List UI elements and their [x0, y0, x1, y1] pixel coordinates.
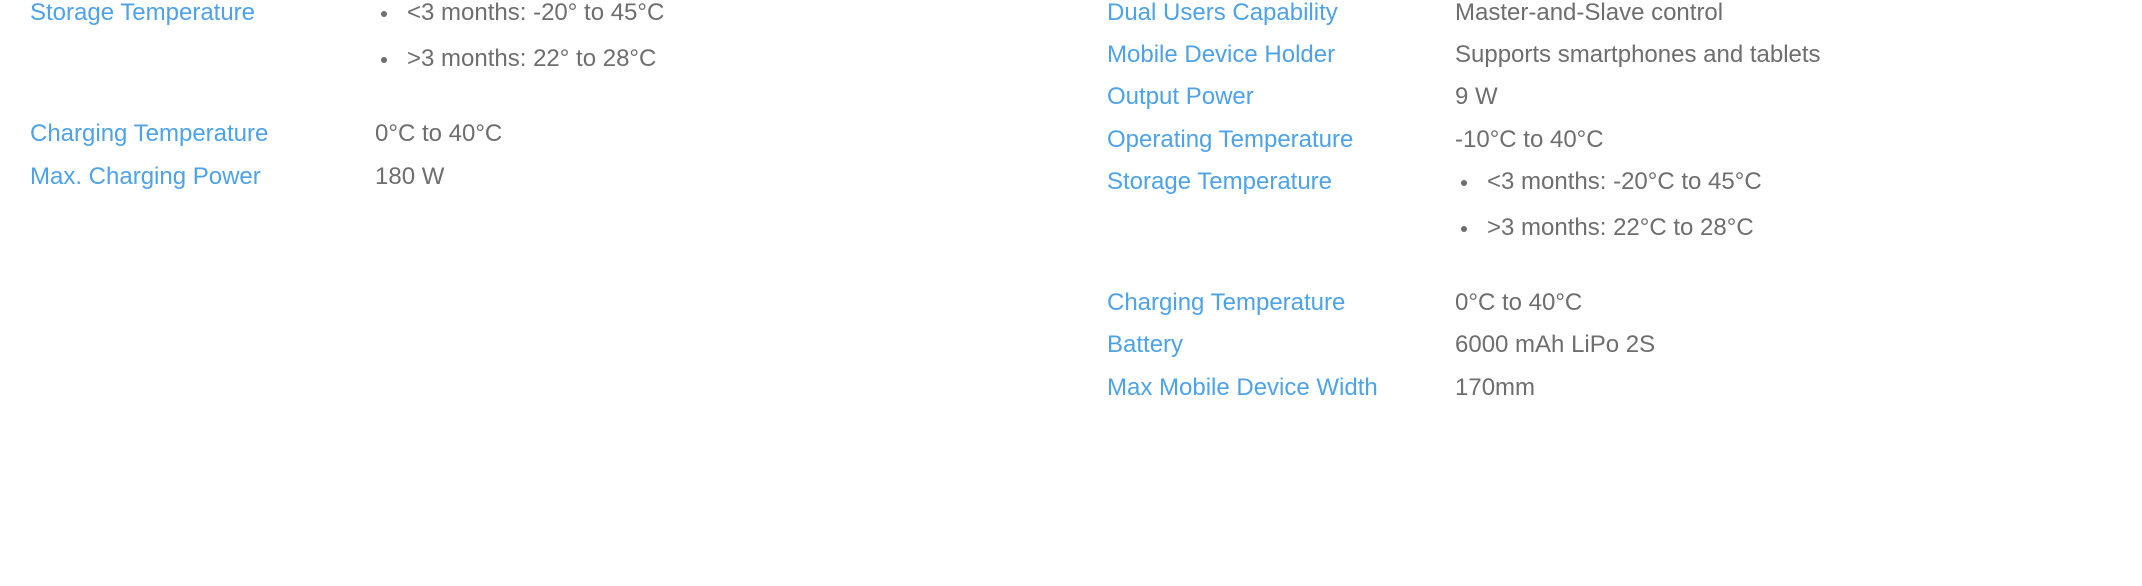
spec-value-cell: <3 months: -20° to 45°C >3 months: 22° t…: [375, 0, 1071, 71]
spec-label-cell: Storage Temperature: [1071, 169, 1455, 240]
spacer-cell: [1071, 110, 1455, 127]
spacer-cell: [1455, 358, 2142, 375]
spec-row-max-mobile-device-width: Max Mobile Device Width 170mm: [1071, 373, 2142, 401]
spacer-cell: [0, 147, 375, 164]
spec-column-left: Storage Temperature <3 months: -20° to 4…: [0, 0, 1071, 189]
spec-label: Charging Temperature: [30, 120, 269, 148]
spec-row-storage-temperature: Storage Temperature <3 months: -20° to 4…: [0, 0, 1071, 71]
list-item: >3 months: 22° to 28°C: [381, 45, 1071, 73]
spec-label: Charging Temperature: [1107, 289, 1346, 317]
spec-value-cell: -10°C to 40°C: [1455, 125, 2142, 153]
spec-value: 180 W: [375, 162, 445, 190]
row-spacer: [1071, 152, 2142, 169]
list-item: <3 months: -20°C to 45°C: [1461, 167, 2142, 195]
spec-row-storage-temperature: Storage Temperature <3 months: -20°C to …: [1071, 169, 2142, 240]
spec-column-right: Dual Users Capability Master-and-Slave c…: [1071, 0, 2142, 400]
spec-row-max-charging-power: Max. Charging Power 180 W: [0, 162, 1071, 190]
spacer-cell: [1455, 25, 2142, 42]
spec-row-charging-temperature: Charging Temperature 0°C to 40°C: [0, 121, 1071, 146]
list-item-text: >3 months: 22° to 28°C: [407, 45, 657, 73]
spec-row-charging-temperature: Charging Temperature 0°C to 40°C: [1071, 290, 2142, 315]
spec-label-cell: Max. Charging Power: [0, 162, 375, 190]
row-spacer: [1071, 25, 2142, 42]
bullet-icon: [1461, 225, 1467, 232]
spacer-cell: [1455, 110, 2142, 127]
spec-label-cell: Mobile Device Holder: [1071, 42, 1455, 67]
row-spacer: [0, 71, 1071, 121]
row-spacer: [0, 147, 1071, 164]
spec-label: Mobile Device Holder: [1107, 41, 1336, 69]
spec-value: 9 W: [1455, 83, 1498, 111]
spacer-cell: [1455, 152, 2142, 169]
spec-row-output-power: Output Power 9 W: [1071, 84, 2142, 109]
spec-value-list: <3 months: -20° to 45°C >3 months: 22° t…: [375, 0, 1071, 71]
spec-label: Max. Charging Power: [30, 162, 261, 190]
spec-label: Storage Temperature: [1107, 167, 1333, 195]
row-spacer: [1071, 240, 2142, 290]
spec-value-cell: Supports smartphones and tablets: [1455, 42, 2142, 67]
row-spacer: [1071, 67, 2142, 84]
list-item-text: >3 months: 22°C to 28°C: [1487, 213, 1754, 241]
spec-label-cell: Charging Temperature: [1071, 290, 1455, 315]
row-spacer: [1071, 110, 2142, 127]
spec-label-cell: Storage Temperature: [0, 0, 375, 71]
spacer-cell: [0, 71, 375, 121]
spec-value: 6000 mAh LiPo 2S: [1455, 331, 1656, 359]
spacer-cell: [375, 71, 1071, 121]
spec-value-cell: 0°C to 40°C: [375, 121, 1071, 146]
spec-label: Operating Temperature: [1107, 125, 1354, 153]
spec-value: Supports smartphones and tablets: [1455, 41, 1821, 69]
spacer-cell: [1071, 25, 1455, 42]
spacer-cell: [1455, 315, 2142, 332]
spec-label: Dual Users Capability: [1107, 0, 1338, 26]
spec-row-dual-users-capability: Dual Users Capability Master-and-Slave c…: [1071, 0, 2142, 25]
spacer-cell: [1071, 67, 1455, 84]
spacer-cell: [1455, 67, 2142, 84]
spec-value-list: <3 months: -20°C to 45°C >3 months: 22°C…: [1455, 169, 2142, 240]
bullet-icon: [1461, 179, 1467, 186]
bullet-icon: [381, 57, 387, 64]
spec-row-battery: Battery 6000 mAh LiPo 2S: [1071, 332, 2142, 357]
spec-label-cell: Charging Temperature: [0, 121, 375, 146]
list-item-text: <3 months: -20° to 45°C: [407, 0, 665, 26]
spec-label: Storage Temperature: [30, 0, 256, 26]
list-item-text: <3 months: -20°C to 45°C: [1487, 167, 1762, 195]
list-item: >3 months: 22°C to 28°C: [1461, 213, 2142, 241]
spec-value: 0°C to 40°C: [1455, 289, 1583, 317]
specifications-page: Storage Temperature <3 months: -20° to 4…: [0, 0, 2142, 586]
spacer-cell: [1455, 240, 2142, 290]
spec-label-cell: Output Power: [1071, 84, 1455, 109]
spec-value-cell: 170mm: [1455, 373, 2142, 401]
spacer-cell: [1071, 358, 1455, 375]
spec-value-cell: 180 W: [375, 162, 1071, 190]
spec-table-left: Storage Temperature <3 months: -20° to 4…: [0, 0, 1071, 189]
row-spacer: [1071, 358, 2142, 375]
spec-label-cell: Operating Temperature: [1071, 125, 1455, 153]
spec-label-cell: Battery: [1071, 332, 1455, 357]
spec-value: -10°C to 40°C: [1455, 125, 1604, 153]
spec-label-cell: Dual Users Capability: [1071, 0, 1455, 25]
spec-value: 170mm: [1455, 373, 1536, 401]
spacer-cell: [1071, 315, 1455, 332]
spec-value-cell: <3 months: -20°C to 45°C >3 months: 22°C…: [1455, 169, 2142, 240]
spec-value-cell: 0°C to 40°C: [1455, 290, 2142, 315]
spec-value: 0°C to 40°C: [375, 120, 503, 148]
spacer-cell: [1071, 152, 1455, 169]
spec-value-cell: Master-and-Slave control: [1455, 0, 2142, 25]
spacer-cell: [1071, 240, 1455, 290]
spec-value-cell: 9 W: [1455, 84, 2142, 109]
row-spacer: [1071, 315, 2142, 332]
bullet-icon: [381, 11, 387, 18]
spec-value: Master-and-Slave control: [1455, 0, 1724, 26]
spec-row-operating-temperature: Operating Temperature -10°C to 40°C: [1071, 125, 2142, 153]
list-item: <3 months: -20° to 45°C: [381, 0, 1071, 26]
spec-row-mobile-device-holder: Mobile Device Holder Supports smartphone…: [1071, 42, 2142, 67]
spacer-cell: [375, 147, 1071, 164]
spec-label: Max Mobile Device Width: [1107, 373, 1378, 401]
spec-label: Battery: [1107, 331, 1184, 359]
spec-label-cell: Max Mobile Device Width: [1071, 373, 1455, 401]
spec-label: Output Power: [1107, 83, 1254, 111]
spec-value-cell: 6000 mAh LiPo 2S: [1455, 332, 2142, 357]
spec-table-right: Dual Users Capability Master-and-Slave c…: [1071, 0, 2142, 400]
